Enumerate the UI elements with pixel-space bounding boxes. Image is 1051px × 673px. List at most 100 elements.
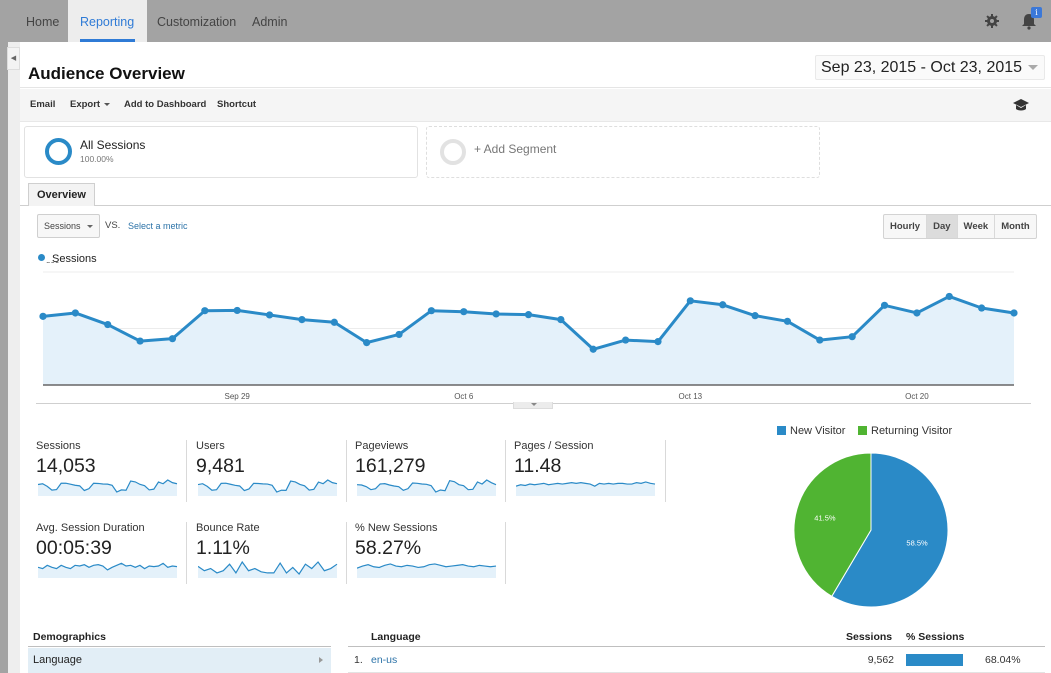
metric-card[interactable]: Pageviews 161,279 [355,440,505,502]
segment-all-sessions[interactable]: All Sessions 100.00% [24,126,418,178]
data-point[interactable] [460,308,468,316]
pie-slice-label: 58.5% [906,539,928,548]
data-point[interactable] [492,310,500,318]
tab-admin[interactable]: Admin [240,0,299,42]
pct-sessions-column-header[interactable]: % Sessions [906,631,964,643]
row-sessions: 9,562 [867,654,894,666]
segment-percent: 100.00% [80,154,114,164]
granularity-day[interactable]: Day [926,215,957,238]
page-title: Audience Overview [28,64,185,83]
legend-label: New Visitor [790,425,846,437]
data-point[interactable] [557,316,565,324]
metric-card[interactable]: Pages / Session 11.48 [514,440,664,502]
legend-label: Returning Visitor [871,425,953,437]
series-area [43,296,1014,385]
granularity-month[interactable]: Month [994,215,1036,238]
data-point[interactable] [654,338,662,346]
metric-divider [346,522,347,584]
data-point[interactable] [913,309,921,317]
metric-label: % New Sessions [355,522,438,534]
pct-sessions-bar [906,654,964,666]
sparkline-area [198,480,337,496]
metric-divider [186,522,187,584]
gear-icon[interactable] [984,13,1000,29]
data-point[interactable] [298,316,306,324]
data-point[interactable] [395,330,403,339]
collapse-sidebar-button[interactable]: ◀ [7,47,20,70]
data-point[interactable] [265,311,274,319]
data-point[interactable] [945,292,953,301]
metric-card[interactable]: Avg. Session Duration 00:05:39 [36,522,186,584]
data-point[interactable] [848,333,856,341]
email-button[interactable]: Email [30,99,55,110]
language-link[interactable]: en-us [371,654,397,666]
add-segment-button[interactable]: + Add Segment [426,126,820,178]
granularity-hourly[interactable]: Hourly [884,215,926,238]
data-point[interactable] [136,337,144,345]
metric-value: 161,279 [355,455,426,477]
data-point[interactable] [524,311,533,319]
metric-card[interactable]: % New Sessions 58.27% [355,522,505,584]
demographics-item-label: Language [33,654,82,666]
pie-legend-returning: Returning Visitor [858,425,952,437]
data-point[interactable] [104,320,112,329]
table-row: 1. en-us 9,562 68.04% [348,648,1045,673]
tab-customization[interactable]: Customization [145,0,248,42]
data-point[interactable] [1010,309,1018,317]
metric-divider [186,440,187,502]
demographics-item-language[interactable]: Language [28,648,331,673]
metric-card[interactable]: Users 9,481 [196,440,346,502]
report-header: Audience Overview Sep 23, 2015 - Oct 23,… [20,42,1051,88]
tab-reporting[interactable]: Reporting [68,0,147,42]
metric-select[interactable]: Sessions [37,214,100,238]
data-point[interactable] [880,301,889,309]
data-point[interactable] [39,312,47,320]
data-point[interactable] [589,345,597,353]
data-point[interactable] [751,312,759,320]
data-point[interactable] [330,318,338,326]
data-point[interactable] [686,297,694,305]
tab-overview[interactable]: Overview [28,183,95,206]
graduation-cap-icon[interactable] [1013,98,1029,112]
data-point[interactable] [363,339,371,347]
metric-card[interactable]: Sessions 14,053 [36,440,186,502]
chevron-down-icon [87,225,93,228]
y-tick-label: 800 [46,262,60,265]
data-point[interactable] [816,336,824,344]
shortcut-button[interactable]: Shortcut [217,99,256,110]
add-to-dashboard-button[interactable]: Add to Dashboard [124,99,206,110]
data-point[interactable] [978,304,986,312]
chart-resize-handle[interactable] [513,402,553,409]
data-point[interactable] [719,301,727,309]
sparkline-area [357,480,496,496]
metric-card[interactable]: Bounce Rate 1.11% [196,522,346,584]
granularity-week[interactable]: Week [956,215,995,238]
data-point[interactable] [783,317,792,325]
segment-ring-icon [45,138,72,165]
data-point[interactable] [233,306,241,315]
sparkline [357,479,497,496]
metric-divider [505,440,506,502]
date-range-picker[interactable]: Sep 23, 2015 - Oct 23, 2015 [815,55,1046,80]
notification-badge[interactable]: i [1031,7,1042,18]
sparkline [357,563,497,578]
x-tick-label: Oct 13 [679,392,703,401]
row-pct-sessions: 68.04% [985,654,1021,666]
select-metric-link[interactable]: Select a metric [128,221,188,231]
sessions-column-header[interactable]: Sessions [846,631,892,643]
export-button[interactable]: Export [70,99,111,110]
top-nav: Home Reporting Customization Admin i [0,0,1051,42]
report-panel: Audience Overview Sep 23, 2015 - Oct 23,… [20,42,1051,673]
sessions-line-chart: 400800Sep 29Oct 6Oct 13Oct 20 [39,262,1018,401]
report-toolbar: Email Export Add to Dashboard Shortcut [20,89,1051,122]
data-point[interactable] [201,307,209,315]
language-column-header: Language [371,631,421,643]
data-point[interactable] [71,309,79,317]
metric-label: Users [196,440,225,452]
metric-value: 00:05:39 [36,537,112,559]
tab-home[interactable]: Home [14,0,71,42]
data-point[interactable] [168,335,177,343]
sidebar-edge [8,42,20,673]
data-point[interactable] [622,336,630,344]
data-point[interactable] [427,307,435,315]
